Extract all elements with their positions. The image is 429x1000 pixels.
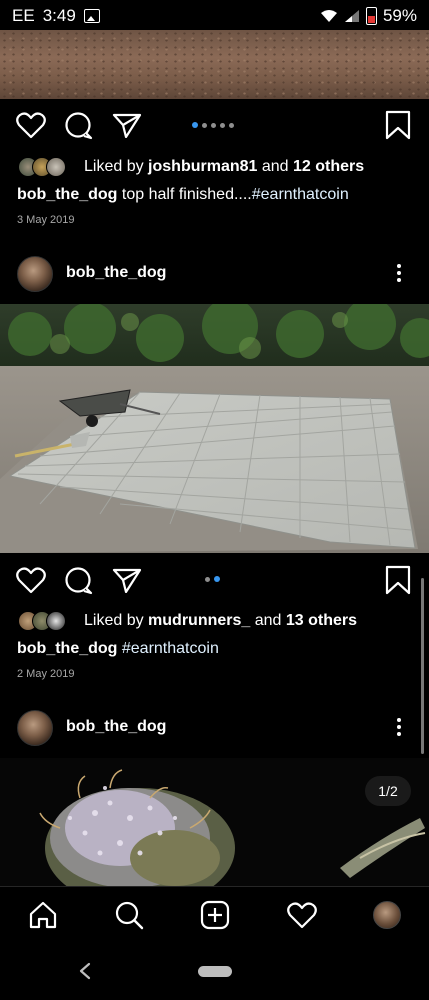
heart-icon[interactable]: [16, 111, 46, 139]
battery-icon: [365, 7, 377, 25]
liked-user-link[interactable]: mudrunners_: [148, 612, 250, 629]
post-date: 2 May 2019: [17, 668, 75, 680]
heart-icon[interactable]: [286, 901, 317, 929]
likes-summary[interactable]: Liked by joshburman81 and 12 others: [84, 158, 364, 176]
post-date: 3 May 2019: [17, 214, 75, 226]
post-username[interactable]: bob_the_dog: [66, 718, 166, 736]
avatar: [46, 611, 66, 631]
status-bar: EE 3:49 59%: [0, 0, 429, 30]
liked-and: and: [257, 158, 293, 175]
signal-icon: [344, 10, 359, 22]
carousel-dot: [220, 122, 225, 128]
post-caption: bob_the_dog #earnthatcoin: [17, 640, 219, 658]
carousel-dot: [205, 576, 210, 582]
scrollbar[interactable]: [421, 578, 424, 754]
liked-others-link[interactable]: 12 others: [293, 158, 364, 175]
hashtag-link[interactable]: #earnthatcoin: [252, 186, 349, 203]
carousel-dot: [214, 576, 220, 582]
comment-icon[interactable]: [64, 112, 94, 140]
post-image[interactable]: [0, 758, 429, 886]
back-chevron-icon[interactable]: [78, 962, 92, 980]
post-image-partial[interactable]: [0, 30, 429, 99]
carousel-dot: [202, 122, 207, 128]
home-pill[interactable]: [198, 966, 232, 977]
battery-percent: 59%: [382, 6, 417, 25]
more-options-icon[interactable]: [397, 264, 401, 282]
avatar[interactable]: [17, 256, 53, 292]
bottom-navigation: [0, 886, 429, 943]
carousel-dot: [229, 122, 234, 128]
liked-prefix: Liked by: [84, 158, 149, 175]
status-right: 59%: [320, 6, 417, 26]
avatar[interactable]: [372, 901, 401, 929]
home-icon[interactable]: [28, 900, 58, 930]
send-icon[interactable]: [112, 567, 142, 593]
search-icon[interactable]: [114, 900, 144, 930]
hashtag-link[interactable]: #earnthatcoin: [117, 640, 219, 657]
avatar[interactable]: [17, 710, 53, 746]
post-image[interactable]: [0, 304, 429, 553]
liked-and: and: [250, 612, 286, 629]
likes-summary[interactable]: Liked by mudrunners_ and 13 others: [84, 612, 357, 630]
post-caption: bob_the_dog top half finished....#earnth…: [17, 186, 349, 204]
caption-text: top half finished....: [117, 186, 252, 203]
bookmark-icon[interactable]: [385, 565, 411, 595]
status-left: EE 3:49: [12, 6, 100, 26]
liked-others-link[interactable]: 13 others: [286, 612, 357, 629]
post-username[interactable]: bob_the_dog: [66, 264, 166, 282]
image-notification-icon: [83, 9, 100, 23]
heart-icon[interactable]: [16, 566, 46, 594]
caption-username[interactable]: bob_the_dog: [17, 186, 117, 203]
liker-avatars[interactable]: [18, 611, 66, 631]
more-options-icon[interactable]: [397, 718, 401, 736]
image-counter-badge: 1/2: [365, 776, 411, 806]
avatar: [46, 157, 66, 177]
bookmark-icon[interactable]: [385, 110, 411, 140]
plus-square-icon[interactable]: [200, 900, 230, 930]
carousel-indicator: [205, 576, 220, 582]
carrier-label: EE: [12, 6, 35, 25]
carousel-dot: [211, 122, 216, 128]
liked-prefix: Liked by: [84, 612, 149, 629]
wifi-icon: [320, 10, 337, 22]
liker-avatars[interactable]: [18, 157, 66, 177]
clock: 3:49: [42, 6, 76, 25]
carousel-indicator: [192, 122, 234, 128]
liked-user-link[interactable]: joshburman81: [148, 158, 257, 175]
comment-icon[interactable]: [64, 567, 94, 595]
carousel-dot: [192, 122, 198, 128]
caption-username[interactable]: bob_the_dog: [17, 640, 117, 657]
send-icon[interactable]: [112, 112, 142, 138]
